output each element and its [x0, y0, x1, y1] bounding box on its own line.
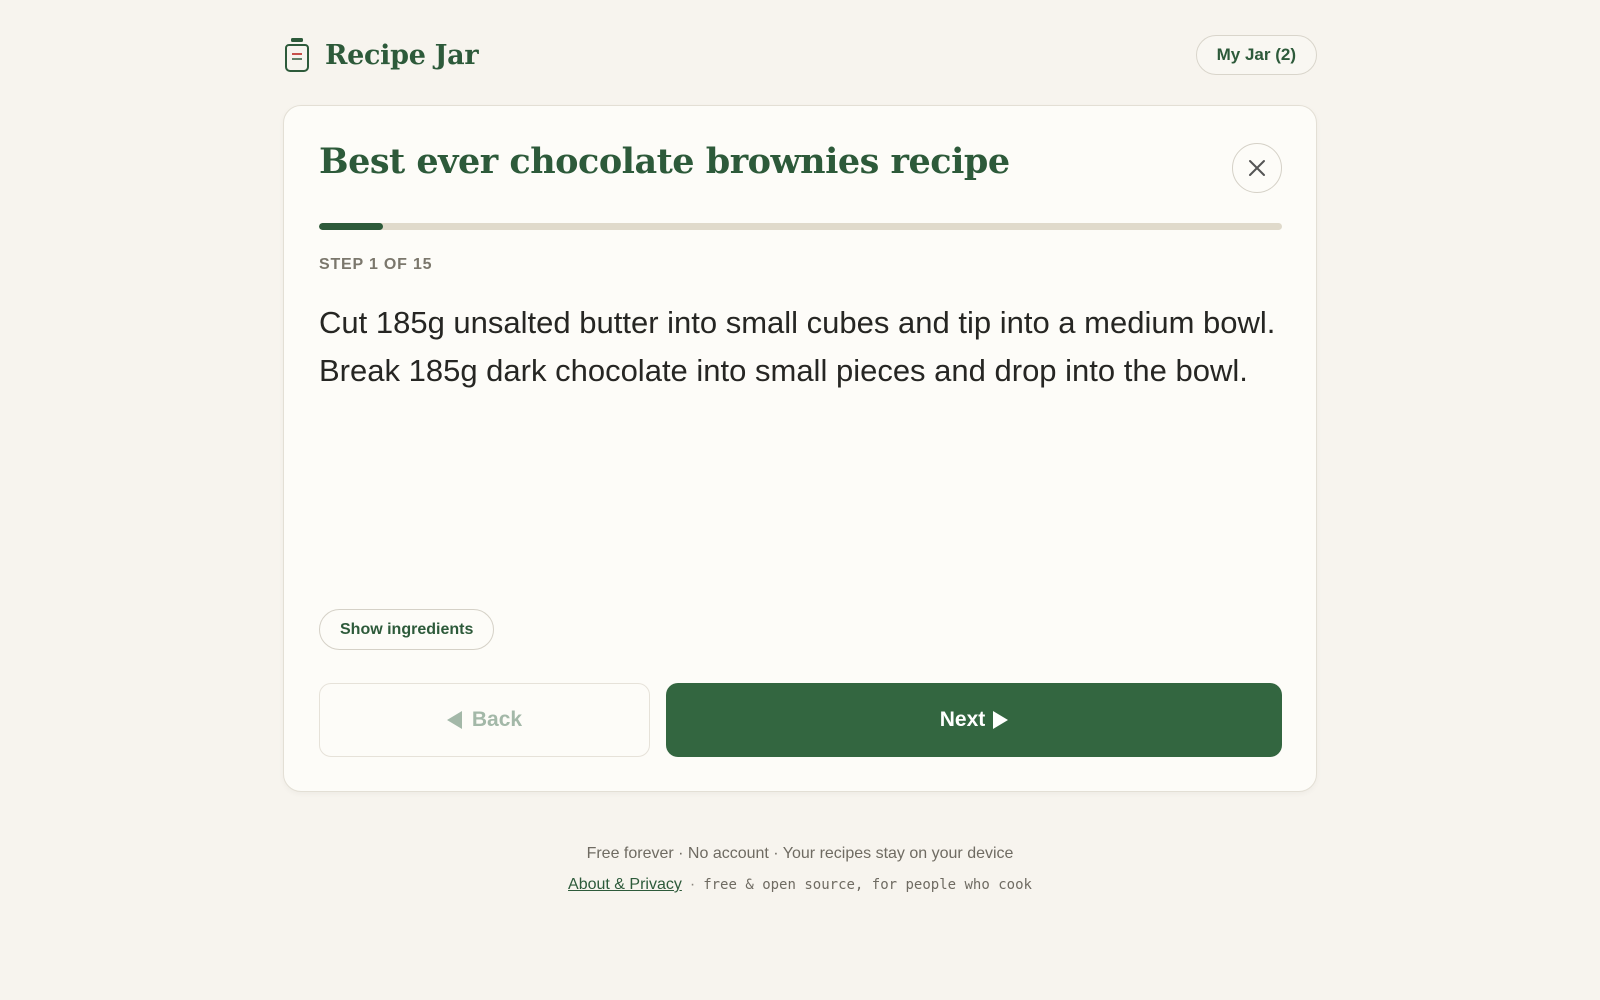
- close-button[interactable]: [1232, 143, 1282, 193]
- step-counter: STEP 1 OF 15: [319, 256, 433, 273]
- brand[interactable]: Recipe Jar: [283, 34, 479, 76]
- footer-note: free & open source, for people who cook: [703, 877, 1032, 893]
- jar-icon: [283, 37, 311, 73]
- step-progress-bar: [319, 223, 1282, 230]
- back-label: Back: [471, 708, 523, 731]
- next-button[interactable]: Next: [666, 683, 1282, 757]
- triangle-right-icon: [993, 711, 1009, 729]
- close-icon: [1249, 160, 1265, 176]
- step-progress-fill: [319, 223, 384, 230]
- brand-title: Recipe Jar: [325, 39, 479, 71]
- back-button[interactable]: Back: [319, 683, 650, 757]
- recipe-title: Best ever chocolate brownies recipe: [319, 141, 1010, 182]
- header: Recipe Jar My Jar (2): [283, 34, 1317, 76]
- triangle-left-icon: [446, 711, 462, 729]
- step-instruction: Cut 185g unsalted butter into small cube…: [319, 305, 1276, 388]
- footer-tagline: Free forever · No account · Your recipes…: [586, 845, 1014, 862]
- footer-links: About & Privacy · free & open source, for …: [0, 876, 1600, 894]
- my-jar-button[interactable]: My Jar (2): [1195, 35, 1317, 75]
- about-privacy-link[interactable]: About & Privacy: [568, 876, 682, 893]
- next-label: Next: [939, 708, 986, 731]
- footer-separator: ·: [689, 876, 696, 893]
- show-ingredients-button[interactable]: Show ingredients: [319, 609, 495, 650]
- recipe-step-card: Best ever chocolate brownies recipe STEP…: [283, 105, 1317, 792]
